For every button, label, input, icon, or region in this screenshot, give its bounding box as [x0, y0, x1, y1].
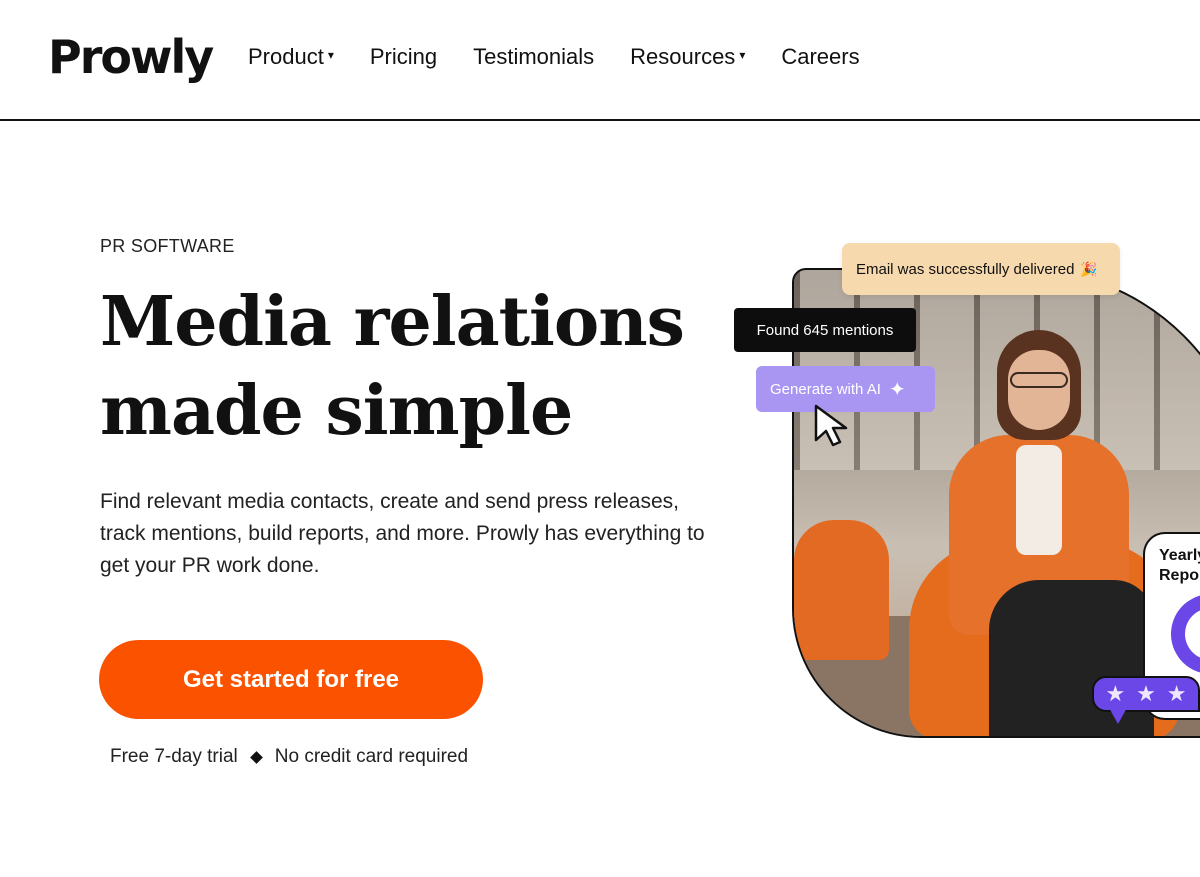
prowly-logo[interactable]: Prowly	[48, 30, 214, 84]
orange-chair-left	[794, 520, 889, 660]
nav-item-label: Testimonials	[473, 44, 595, 69]
generate-ai-text: Generate with AI	[770, 380, 881, 398]
star-icon: ★	[1136, 681, 1156, 706]
nav-item-product[interactable]: Product ▾	[248, 44, 334, 70]
star-icon: ★	[1166, 681, 1187, 706]
headline-line-2: made simple	[100, 371, 573, 451]
get-started-button[interactable]: Get started for free	[99, 640, 483, 719]
nav-item-label: Product	[248, 44, 324, 69]
trial-length-text: Free 7-day trial	[110, 746, 238, 767]
caret-down-icon: ▾	[327, 48, 334, 62]
woman-pants	[989, 580, 1154, 736]
report-title: Yearly Repor	[1159, 547, 1200, 584]
diamond-bullet-icon	[249, 750, 263, 764]
email-delivered-badge: Email was successfully delivered 🎉	[842, 243, 1120, 295]
site-header: Prowly Product ▾ Pricing Testimonials Re…	[0, 0, 1200, 121]
nav-item-label: Careers	[781, 44, 860, 69]
star-icon: ★	[1105, 681, 1126, 706]
no-credit-card-text: No credit card required	[274, 746, 469, 767]
nav-item-pricing[interactable]: Pricing	[370, 44, 437, 70]
trial-note: Free 7-day trial No credit card required	[110, 746, 468, 768]
email-delivered-text: Email was successfully delivered	[856, 260, 1075, 278]
mentions-found-badge: Found 645 mentions	[734, 308, 916, 352]
woman-face	[1008, 350, 1070, 430]
party-popper-icon: 🎉	[1080, 260, 1098, 277]
nav-item-resources[interactable]: Resources ▾	[630, 44, 745, 70]
rating-bubble-tail	[1108, 706, 1128, 724]
hero-eyebrow: PR SOFTWARE	[100, 236, 235, 256]
nav-item-testimonials[interactable]: Testimonials	[473, 44, 594, 70]
mouse-pointer-icon	[814, 404, 848, 447]
hero-headline: Media relations made simple	[100, 278, 740, 456]
sparkle-icon: ✦	[888, 378, 906, 401]
hero-subtext: Find relevant media contacts, create and…	[100, 490, 705, 577]
main-nav: Product ▾ Pricing Testimonials Resources…	[248, 44, 860, 70]
headline-line-1: Media relations	[100, 282, 685, 362]
nav-item-label: Pricing	[369, 44, 438, 69]
glasses-icon	[1010, 372, 1068, 388]
nav-item-label: Resources	[630, 44, 736, 69]
report-gauge-icon	[1156, 579, 1200, 689]
nav-item-careers[interactable]: Careers	[781, 44, 859, 70]
woman-shirt	[1016, 445, 1062, 555]
caret-down-icon: ▾	[739, 48, 746, 62]
